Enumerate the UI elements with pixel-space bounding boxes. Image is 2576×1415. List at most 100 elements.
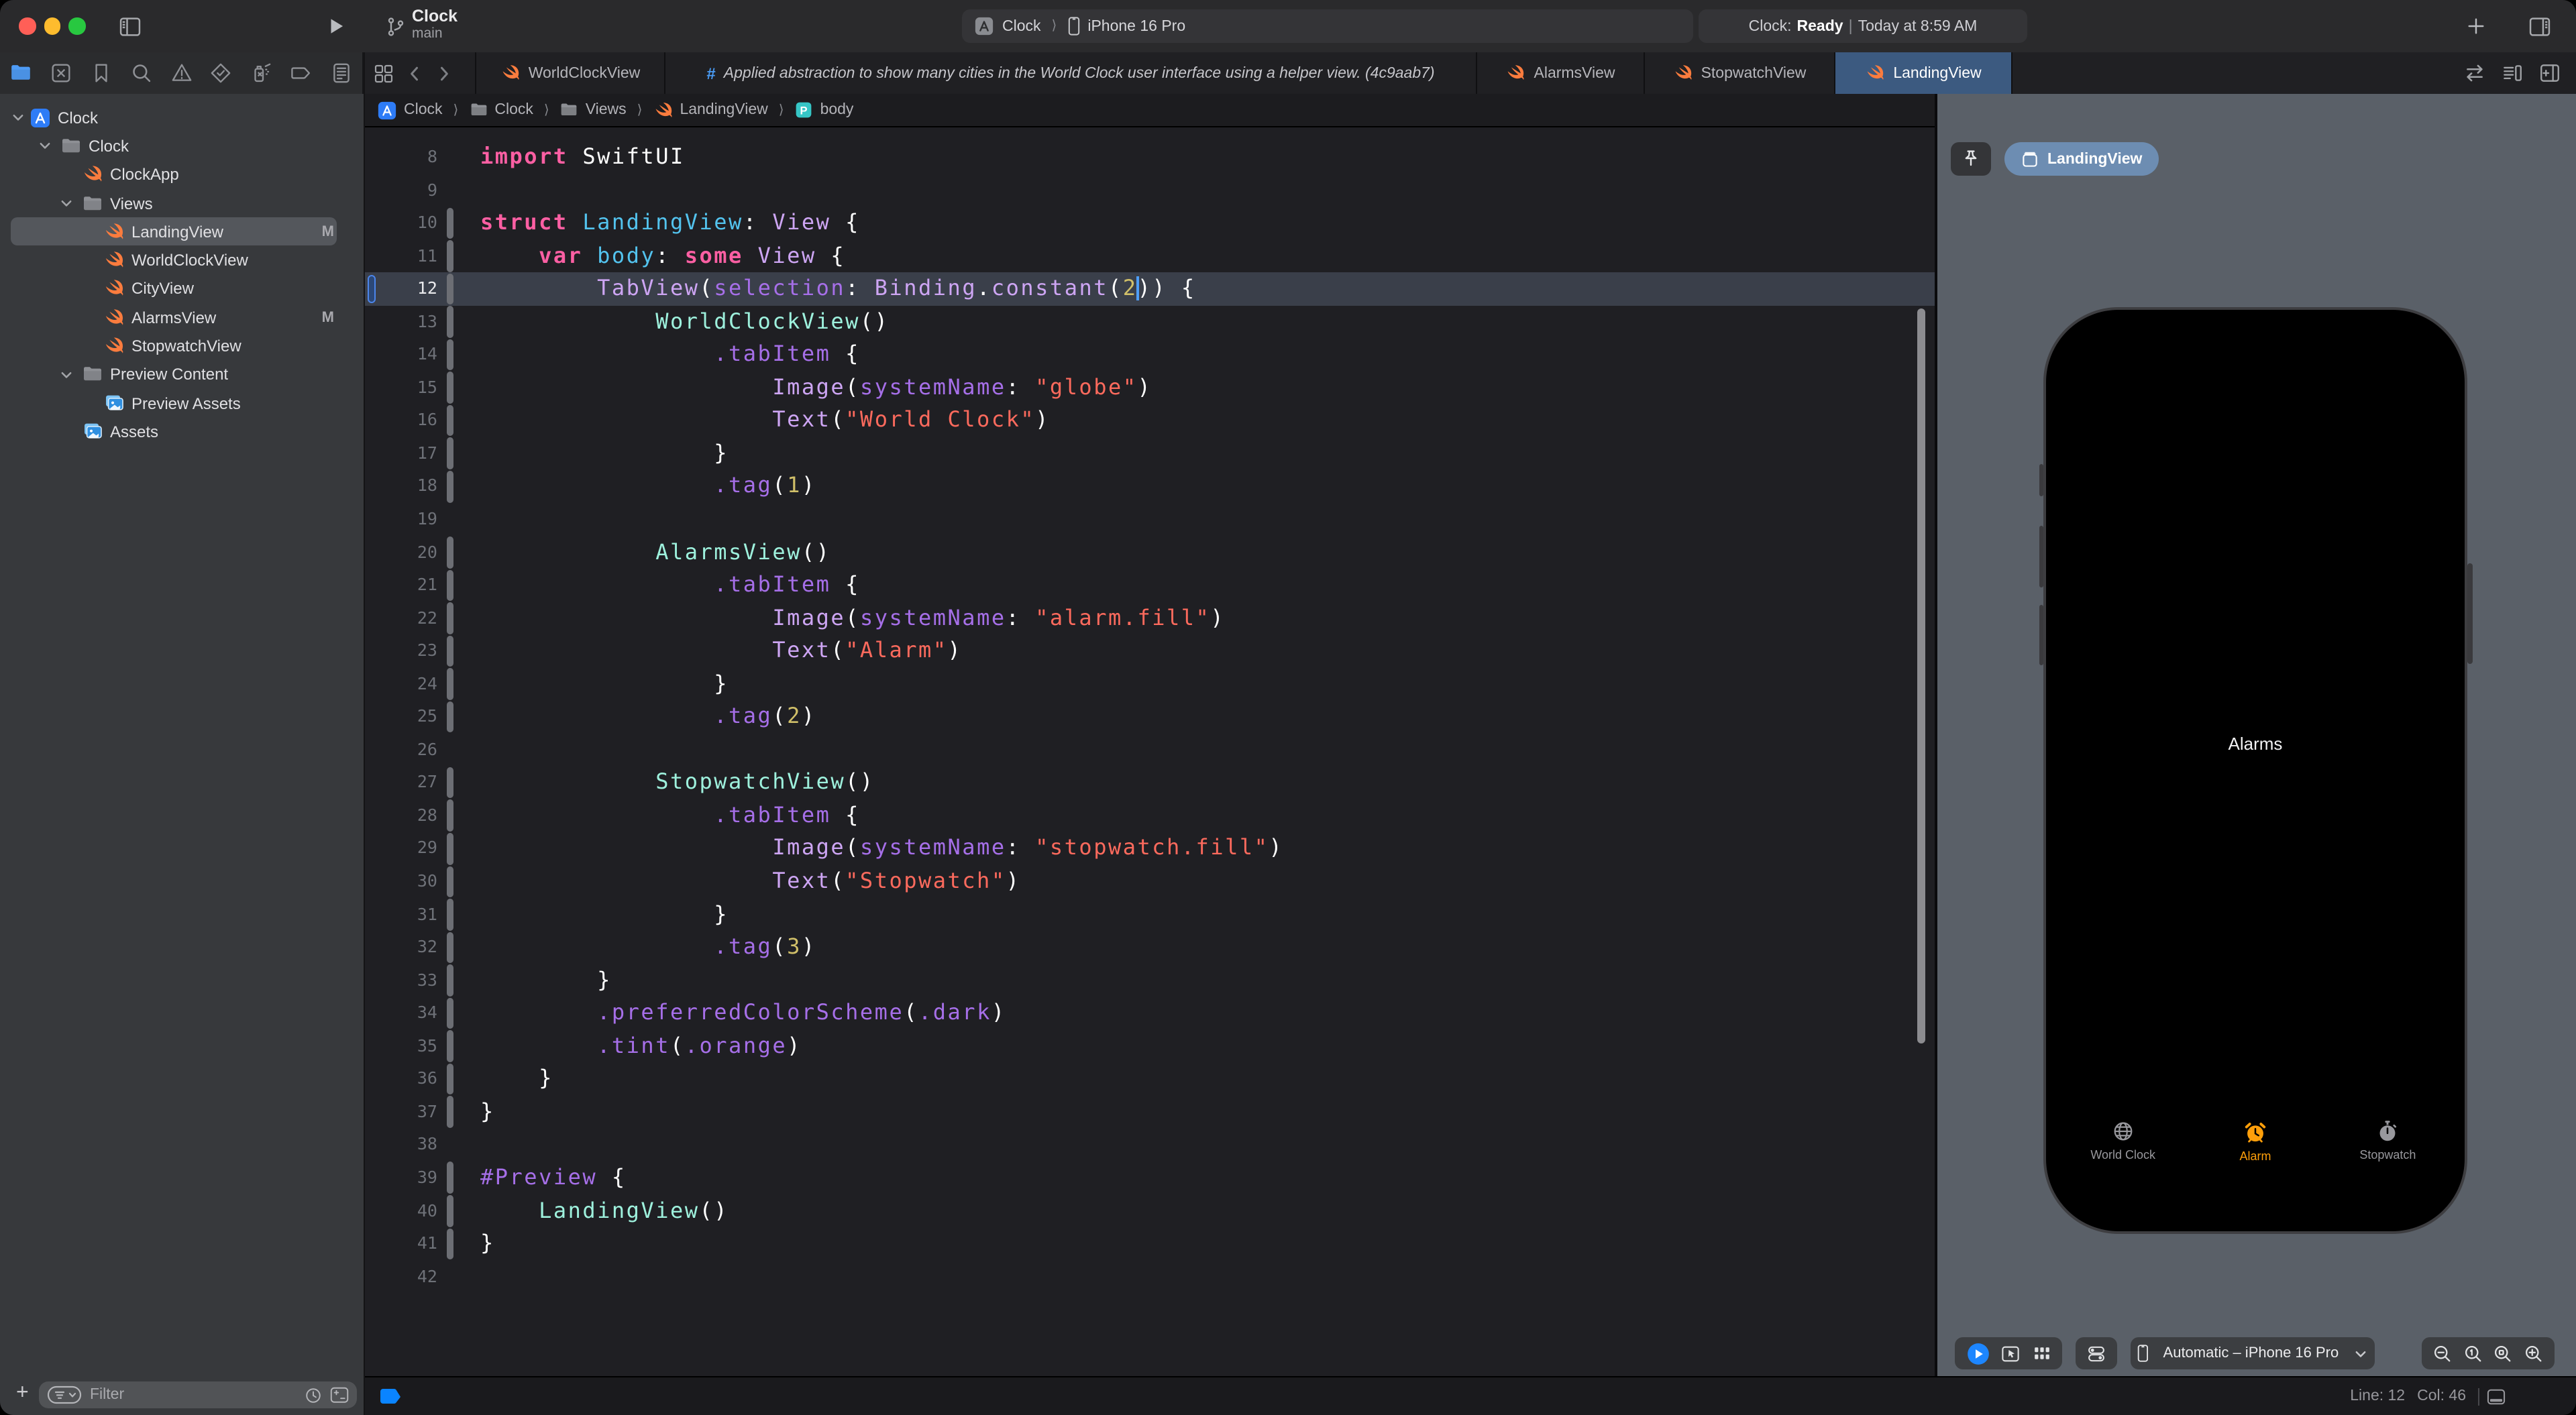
code-line-36[interactable]: 36 } <box>365 1063 1935 1096</box>
code-line-27[interactable]: 27 StopwatchView() <box>365 767 1935 799</box>
preview-tab-alarm[interactable]: Alarm <box>2189 1120 2321 1163</box>
source-control-filter-icon[interactable] <box>330 1387 349 1404</box>
preview-tab-stopwatch[interactable]: Stopwatch <box>2322 1120 2454 1163</box>
pin-preview-button[interactable] <box>1951 142 1991 176</box>
jumpbar-item-clock[interactable]: Clock <box>377 100 443 120</box>
sidebar-item-landingview[interactable]: LandingViewM <box>0 217 364 246</box>
sidebar-item-clock[interactable]: Clock <box>0 103 364 132</box>
code-line-20[interactable]: 20 AlarmsView() <box>365 536 1935 569</box>
code-line-35[interactable]: 35 .tint(.orange) <box>365 1030 1935 1063</box>
code-line-16[interactable]: 16 Text("World Clock") <box>365 404 1935 437</box>
sidebar-divider[interactable] <box>364 52 365 1415</box>
sidebar-item-views[interactable]: Views <box>0 189 364 218</box>
code-line-42[interactable]: 42 <box>365 1260 1935 1293</box>
live-preview-button[interactable] <box>1966 1342 1989 1365</box>
filter-field[interactable]: Filter <box>39 1381 357 1408</box>
sidebar-item-clockapp[interactable]: ClockApp <box>0 160 364 189</box>
zoom-window-button[interactable] <box>68 17 85 34</box>
jumpbar-item-views[interactable]: Views <box>560 101 627 119</box>
code-line-33[interactable]: 33 } <box>365 964 1935 997</box>
filter-options-icon[interactable] <box>47 1385 82 1404</box>
issues-navigator-icon[interactable] <box>170 62 193 84</box>
sidebar-item-cityview[interactable]: CityView <box>0 275 364 304</box>
variants-mode-button[interactable] <box>2032 1344 2051 1363</box>
source-editor[interactable]: 8import SwiftUI910struct LandingView: Vi… <box>365 127 1935 1376</box>
device-settings-button[interactable] <box>2086 1343 2106 1363</box>
sidebar-item-stopwatchview[interactable]: StopwatchView <box>0 332 364 361</box>
scheme-control[interactable]: Clock main <box>412 8 458 42</box>
project-navigator-icon[interactable] <box>9 62 32 84</box>
code-line-39[interactable]: 39#Preview { <box>365 1162 1935 1194</box>
preview-tab-pill[interactable]: LandingView <box>2004 142 2158 176</box>
recent-files-icon[interactable] <box>305 1386 322 1404</box>
add-editor-icon[interactable] <box>2538 62 2561 84</box>
disclosure-chevron-icon[interactable] <box>38 139 52 154</box>
code-line-18[interactable]: 18 .tag(1) <box>365 470 1935 503</box>
code-line-12[interactable]: 12 TabView(selection: Binding.constant(2… <box>365 272 1935 305</box>
go-forward-icon[interactable] <box>435 64 453 82</box>
toggle-left-sidebar-icon[interactable] <box>118 15 142 39</box>
sidebar-item-preview-content[interactable]: Preview Content <box>0 360 364 389</box>
close-window-button[interactable] <box>19 17 36 34</box>
code-line-22[interactable]: 22 Image(systemName: "alarm.fill") <box>365 602 1935 634</box>
toggle-debug-area-icon[interactable] <box>2486 1388 2506 1406</box>
tests-navigator-icon[interactable] <box>210 62 233 84</box>
editor-options-icon[interactable] <box>2501 62 2524 84</box>
find-navigator-icon[interactable] <box>129 62 152 84</box>
run-button[interactable] <box>326 16 346 36</box>
code-line-25[interactable]: 25 .tag(2) <box>365 701 1935 734</box>
code-line-19[interactable]: 19 <box>365 503 1935 536</box>
jumpbar-item-body[interactable]: Pbody <box>795 101 854 119</box>
code-line-15[interactable]: 15 Image(systemName: "globe") <box>365 372 1935 404</box>
device-selector[interactable]: Automatic – iPhone 16 Pro <box>2131 1337 2375 1369</box>
code-line-17[interactable]: 17 } <box>365 437 1935 470</box>
code-line-11[interactable]: 11 var body: some View { <box>365 239 1935 272</box>
iphone-preview[interactable]: Alarms World ClockAlarmStopwatch <box>2043 307 2467 1234</box>
code-line-38[interactable]: 38 <box>365 1129 1935 1162</box>
zoom-actual-size-button[interactable] <box>2463 1343 2483 1363</box>
disclosure-chevron-icon[interactable] <box>11 110 25 125</box>
editor-tab-stopwatchview[interactable]: StopwatchView <box>1645 52 1835 94</box>
add-file-button[interactable]: + <box>16 1383 29 1404</box>
sidebar-item-preview-assets[interactable]: Preview Assets <box>0 389 364 418</box>
code-line-37[interactable]: 37} <box>365 1096 1935 1129</box>
zoom-fit-button[interactable] <box>2493 1343 2514 1363</box>
breakpoints-navigator-icon[interactable] <box>290 62 313 84</box>
editor-tab-worldclockview[interactable]: WorldClockView <box>476 52 665 94</box>
code-line-23[interactable]: 23 Text("Alarm") <box>365 634 1935 667</box>
code-line-34[interactable]: 34 .preferredColorScheme(.dark) <box>365 997 1935 1029</box>
code-line-40[interactable]: 40 LandingView() <box>365 1194 1935 1227</box>
jumpbar-item-clock[interactable]: Clock <box>469 101 533 119</box>
breakpoint-tag-icon[interactable] <box>380 1388 402 1406</box>
editor-tab-alarmsview[interactable]: AlarmsView <box>1477 52 1645 94</box>
code-line-31[interactable]: 31 } <box>365 898 1935 931</box>
go-back-icon[interactable] <box>405 64 424 82</box>
disclosure-chevron-icon[interactable] <box>59 367 74 382</box>
reports-navigator-icon[interactable] <box>330 62 353 84</box>
disclosure-chevron-icon[interactable] <box>59 196 74 211</box>
code-line-28[interactable]: 28 .tabItem { <box>365 799 1935 832</box>
debug-navigator-icon[interactable] <box>250 62 273 84</box>
activity-status[interactable]: Clock: Ready | Today at 8:59 AM <box>1699 9 2027 43</box>
sidebar-item-worldclockview[interactable]: WorldClockView <box>0 246 364 275</box>
source-control-navigator-icon[interactable] <box>50 62 72 84</box>
preview-tab-world-clock[interactable]: World Clock <box>2057 1120 2189 1163</box>
code-line-8[interactable]: 8import SwiftUI <box>365 141 1935 174</box>
jumpbar-item-landingview[interactable]: LandingView <box>653 100 767 120</box>
editor-scrollbar[interactable] <box>1917 308 1925 1043</box>
library-plus-button[interactable] <box>2466 16 2486 36</box>
code-line-41[interactable]: 41} <box>365 1227 1935 1260</box>
zoom-out-button[interactable] <box>2432 1343 2453 1363</box>
minimize-window-button[interactable] <box>44 17 60 34</box>
sidebar-item-alarmsview[interactable]: AlarmsViewM <box>0 303 364 332</box>
selectable-mode-button[interactable] <box>2000 1343 2021 1363</box>
code-line-10[interactable]: 10struct LandingView: View { <box>365 207 1935 239</box>
code-line-13[interactable]: 13 WorldClockView() <box>365 305 1935 338</box>
swap-editors-icon[interactable] <box>2463 62 2486 84</box>
code-line-32[interactable]: 32 .tag(3) <box>365 931 1935 964</box>
code-line-29[interactable]: 29 Image(systemName: "stopwatch.fill") <box>365 832 1935 865</box>
toggle-right-inspector-icon[interactable] <box>2528 15 2552 39</box>
related-items-icon[interactable] <box>373 62 394 84</box>
code-line-24[interactable]: 24 } <box>365 668 1935 701</box>
bookmarks-navigator-icon[interactable] <box>90 62 113 84</box>
